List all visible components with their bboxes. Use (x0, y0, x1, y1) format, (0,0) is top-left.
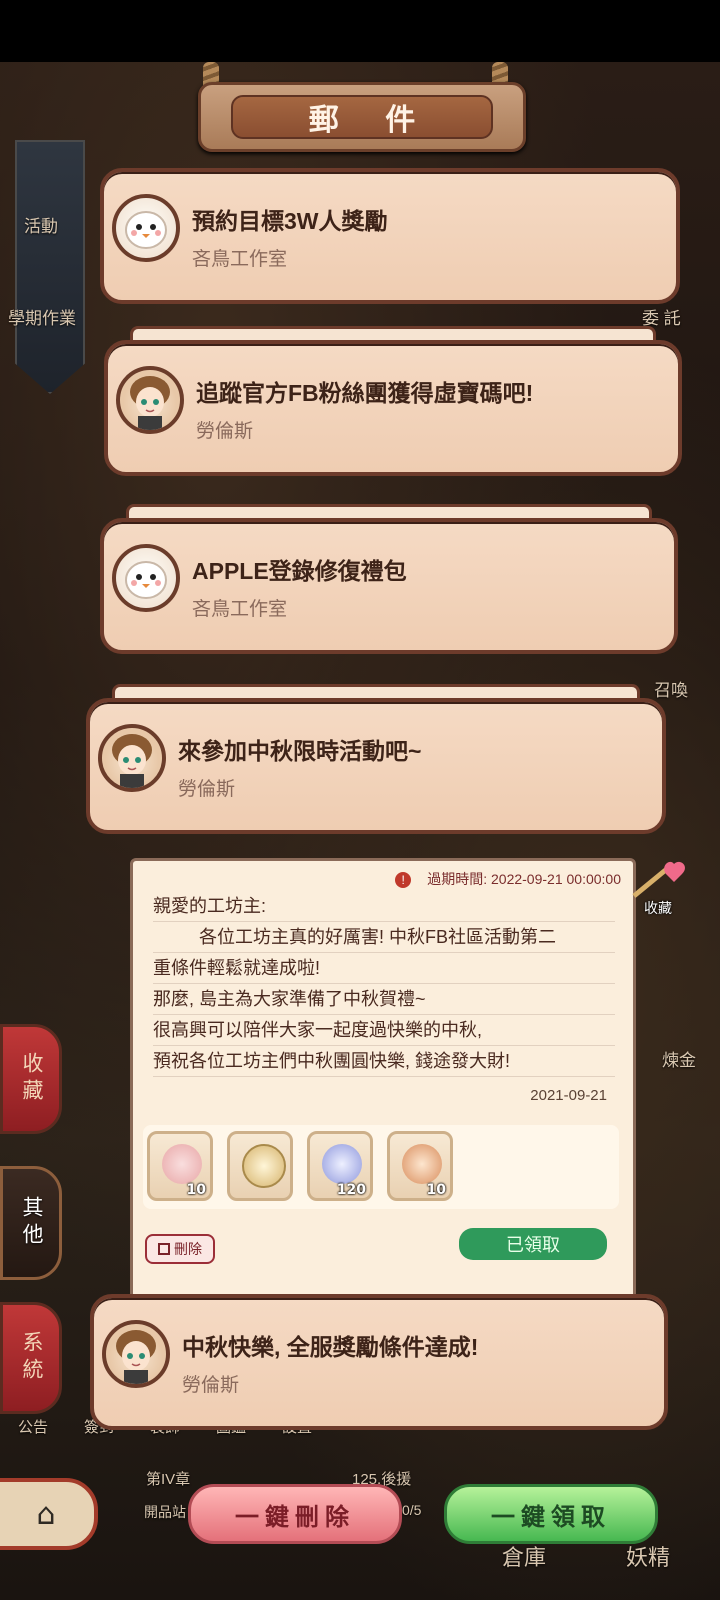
mail-sender: 吝鳥工作室 (192, 249, 288, 270)
letter-line: 那麼, 島主為大家準備了中秋賀禮~ (153, 984, 615, 1015)
claim-all-button[interactable]: 一鍵領取 (444, 1484, 658, 1544)
reward-item[interactable]: 10 (147, 1131, 213, 1201)
lawrence-avatar (116, 366, 184, 434)
trash-icon (158, 1243, 170, 1255)
favorite-label: 收藏 (644, 900, 672, 916)
letter-date: 2021-09-21 (530, 1087, 607, 1104)
letter-body: 親愛的工坊主: 各位工坊主真的好厲害! 中秋FB社區活動第二 重條件輕鬆就達成啦… (153, 891, 615, 1077)
chapter-label: 第IV章 (146, 1471, 191, 1488)
flower-wand-icon (162, 1144, 202, 1184)
bird-avatar (112, 544, 180, 612)
elf-label: 妖精 (626, 1545, 671, 1570)
bird-avatar (112, 194, 180, 262)
hourglass-gem-icon (322, 1144, 362, 1184)
mail-subject: APPLE登錄修復禮包 (192, 558, 407, 584)
expire-time: ! 過期時間: 2022-09-21 00:00:00 (395, 869, 621, 889)
reward-item[interactable]: 120 (307, 1131, 373, 1201)
home-button[interactable]: ⌂ (0, 1478, 98, 1550)
lawrence-avatar (98, 724, 166, 792)
reward-item[interactable]: 10 (387, 1131, 453, 1201)
activity-label: 活動 (24, 217, 58, 236)
letter-line: 預祝各位工坊主們中秋團圓快樂, 錢途發大財! (153, 1046, 615, 1077)
delete-mail-button[interactable]: 刪除 (145, 1234, 215, 1264)
favorite-button[interactable]: 收藏 (628, 860, 690, 918)
lawrence-avatar (102, 1320, 170, 1388)
letter-line: 重條件輕鬆就達成啦! (153, 953, 615, 984)
mail-item[interactable]: 預約目標3W人獎勵 吝鳥工作室 (100, 168, 680, 304)
homework-label: 學期作業 (8, 309, 76, 328)
letter-line: 很高興可以陪伴大家一起度過快樂的中秋, (153, 1015, 615, 1046)
mail-sender: 勞倫斯 (178, 779, 236, 800)
tab-system[interactable]: 系統 (0, 1302, 62, 1414)
reward-item[interactable] (227, 1131, 293, 1201)
claimed-button[interactable]: 已領取 (459, 1228, 607, 1260)
chapter-count-label: 0/5 (402, 1502, 422, 1518)
mail-detail-panel: ! 過期時間: 2022-09-21 00:00:00 親愛的工坊主: 各位工坊主… (130, 858, 636, 1304)
reward-qty: 10 (426, 1182, 446, 1198)
mail-item[interactable]: 追蹤官方FB粉絲團獲得虛寶碼吧! 勞倫斯 (104, 326, 682, 476)
status-bar-area (0, 0, 720, 62)
letter-line: 各位工坊主真的好厲害! 中秋FB社區活動第二 (153, 922, 615, 953)
notice-label: 公告 (18, 1419, 49, 1436)
quill-heart-icon (632, 861, 685, 898)
tab-other[interactable]: 其他 (0, 1166, 62, 1280)
page-title: 郵 件 (231, 95, 493, 139)
mail-item[interactable]: 來參加中秋限時活動吧~ 勞倫斯 (86, 684, 666, 834)
mail-subject: 來參加中秋限時活動吧~ (178, 738, 422, 764)
mail-sender: 勞倫斯 (182, 1375, 240, 1396)
mail-subject: 追蹤官方FB粉絲團獲得虛寶碼吧! (196, 380, 534, 406)
gold-label: 煉金 (662, 1051, 696, 1070)
letter-line: 親愛的工坊主: (153, 891, 615, 922)
mail-item[interactable]: 中秋快樂, 全服獎勵條件達成! 勞倫斯 (90, 1294, 668, 1430)
warehouse-label: 倉庫 (502, 1545, 547, 1570)
mail-title-plate: 郵 件 (198, 82, 526, 152)
warning-icon: ! (395, 872, 412, 888)
home-icon: ⌂ (36, 1496, 56, 1532)
chapter-sub-label: 開品站 (144, 1504, 186, 1520)
gold-medal-icon (242, 1144, 286, 1188)
expire-time-text: 過期時間: 2022-09-21 00:00:00 (427, 871, 621, 887)
mail-sender: 吝鳥工作室 (192, 599, 288, 620)
mail-subject: 中秋快樂, 全服獎勵條件達成! (182, 1334, 479, 1360)
delete-all-button[interactable]: 一鍵刪除 (188, 1484, 402, 1544)
mont-blanc-cake-icon (402, 1144, 442, 1184)
delete-mail-label: 刪除 (174, 1241, 202, 1257)
mail-item[interactable]: APPLE登錄修復禮包 吝鳥工作室 (100, 504, 678, 654)
mail-sender: 勞倫斯 (196, 421, 254, 442)
reward-qty: 10 (186, 1182, 206, 1198)
mail-subject: 預約目標3W人獎勵 (192, 208, 388, 234)
reward-list: 10 120 10 (143, 1125, 619, 1209)
activity-banner (15, 140, 85, 394)
reward-qty: 120 (336, 1182, 366, 1198)
tab-favorites[interactable]: 收藏 (0, 1024, 62, 1134)
